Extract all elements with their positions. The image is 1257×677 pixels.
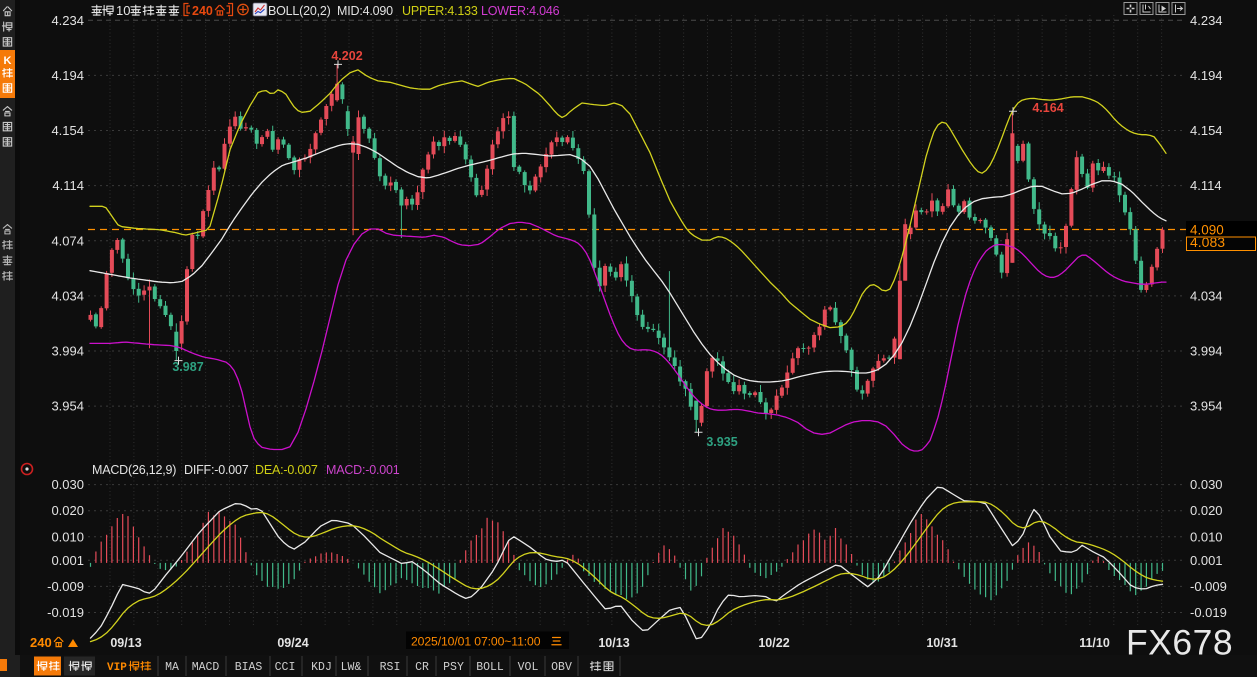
svg-text:4.114: 4.114: [1190, 178, 1222, 193]
svg-text:BIAS: BIAS: [235, 661, 263, 674]
svg-text:BOLL(20,2): BOLL(20,2): [268, 4, 331, 18]
svg-text:4.234: 4.234: [51, 13, 84, 28]
svg-text:4.164: 4.164: [1032, 101, 1063, 115]
svg-text:10/13: 10/13: [598, 636, 629, 650]
svg-text:3.994: 3.994: [51, 343, 84, 358]
svg-text:11/10: 11/10: [1079, 636, 1110, 650]
svg-text:CR: CR: [415, 661, 429, 674]
svg-text:10: 10: [116, 3, 130, 18]
svg-text:DIFF:-0.007: DIFF:-0.007: [184, 463, 249, 477]
svg-text:-0.009: -0.009: [47, 579, 84, 594]
svg-text:4.034: 4.034: [1190, 288, 1223, 303]
svg-text:MID:4.090: MID:4.090: [337, 4, 393, 18]
svg-text:0.001: 0.001: [1190, 553, 1223, 568]
svg-text:3.935: 3.935: [706, 435, 737, 449]
svg-text:09/13: 09/13: [110, 636, 141, 650]
svg-text:3.987: 3.987: [172, 360, 203, 374]
svg-text:PSY: PSY: [443, 661, 464, 674]
svg-text:10/31: 10/31: [926, 636, 957, 650]
svg-text:LOWER:4.046: LOWER:4.046: [481, 4, 560, 18]
svg-text:240: 240: [30, 635, 52, 650]
svg-text:UPPER:4.133: UPPER:4.133: [402, 4, 478, 18]
svg-text:4.034: 4.034: [51, 288, 84, 303]
svg-text:4.194: 4.194: [51, 68, 84, 83]
svg-text:K: K: [4, 55, 12, 67]
svg-text:4.114: 4.114: [52, 178, 84, 193]
svg-text:CCI: CCI: [275, 661, 296, 674]
svg-text:09/24: 09/24: [277, 636, 308, 650]
svg-text:4.090: 4.090: [1190, 223, 1224, 238]
svg-text:0.001: 0.001: [51, 553, 84, 568]
svg-text:MACD(26,12,9): MACD(26,12,9): [92, 463, 176, 477]
svg-text:0.030: 0.030: [51, 477, 84, 492]
svg-text:4.202: 4.202: [331, 49, 362, 63]
svg-text:0.010: 0.010: [1190, 529, 1223, 544]
svg-text:10/22: 10/22: [758, 636, 789, 650]
svg-text:0.020: 0.020: [1190, 503, 1223, 518]
svg-text:4.074: 4.074: [51, 233, 84, 248]
svg-text:3.954: 3.954: [51, 399, 84, 414]
svg-text:3.954: 3.954: [1190, 399, 1223, 414]
svg-text:4.234: 4.234: [1190, 13, 1223, 28]
svg-text:MACD:-0.001: MACD:-0.001: [326, 463, 400, 477]
svg-text:BOLL: BOLL: [476, 661, 504, 674]
svg-text:KDJ: KDJ: [311, 661, 332, 674]
svg-text:LW&: LW&: [341, 661, 362, 674]
svg-text:-0.019: -0.019: [1190, 605, 1227, 620]
svg-text:2025/10/01 07:00~11:00: 2025/10/01 07:00~11:00: [411, 635, 541, 649]
svg-text:MA: MA: [165, 661, 179, 674]
svg-text:4.154: 4.154: [1190, 123, 1223, 138]
svg-text:VOL: VOL: [518, 661, 539, 674]
svg-text:3.994: 3.994: [1190, 343, 1223, 358]
svg-text:DEA:-0.007: DEA:-0.007: [255, 463, 318, 477]
svg-text:VIP: VIP: [107, 662, 127, 674]
svg-text:-0.009: -0.009: [1190, 579, 1227, 594]
svg-text:4.154: 4.154: [51, 123, 84, 138]
svg-text:4.194: 4.194: [1190, 68, 1223, 83]
svg-text:0.010: 0.010: [51, 529, 84, 544]
svg-text:MACD: MACD: [192, 661, 220, 674]
svg-text:OBV: OBV: [551, 661, 572, 674]
svg-text:240: 240: [192, 4, 213, 18]
svg-text:0.030: 0.030: [1190, 477, 1223, 492]
svg-text:0.020: 0.020: [51, 503, 84, 518]
svg-text:-0.019: -0.019: [47, 605, 84, 620]
svg-text:RSI: RSI: [380, 661, 401, 674]
